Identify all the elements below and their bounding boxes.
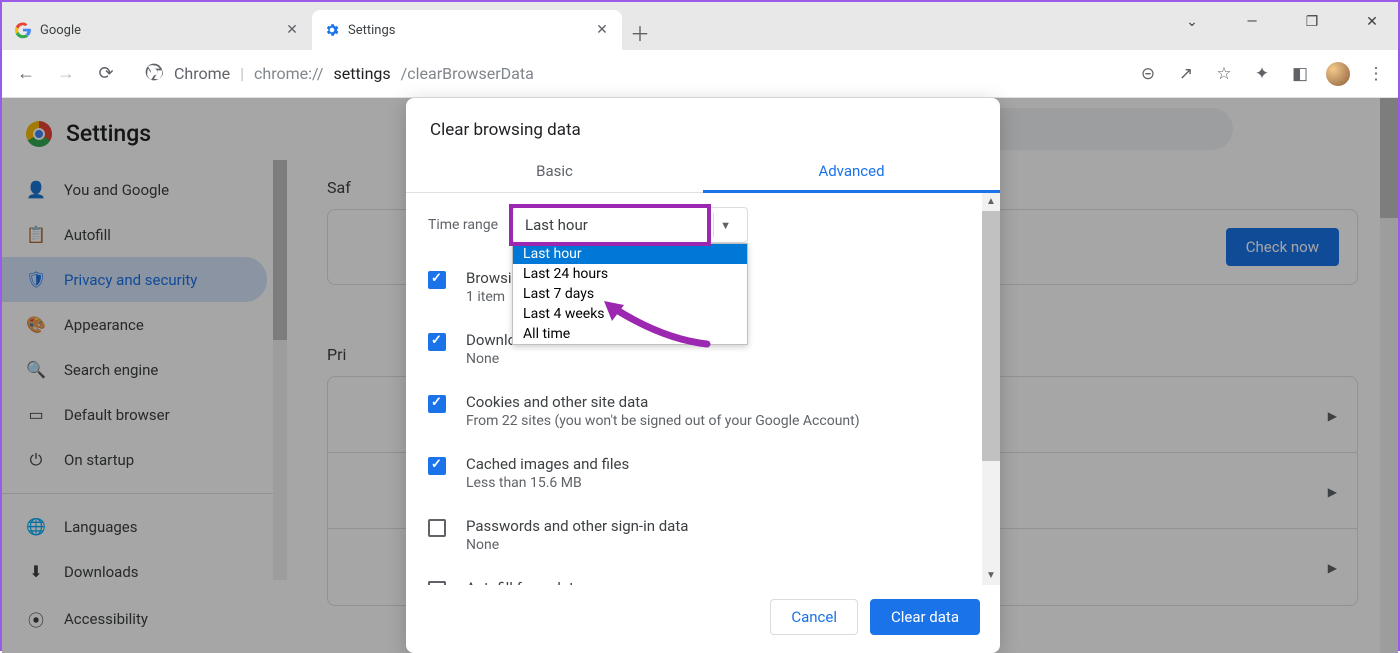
item-title: Downlo (466, 331, 516, 349)
new-tab-button[interactable]: ＋ (622, 14, 658, 50)
dialog-scrollbar[interactable]: ▲ ▼ (982, 193, 1000, 585)
toolbar-icons: ⊝ ↗ ☆ ✦ ◧ ⋮ (1136, 62, 1388, 86)
chevron-down-icon[interactable]: ⌄ (1172, 14, 1212, 30)
dropdown-option-last-hour[interactable]: Last hour (513, 244, 747, 264)
clear-item-cached-images: Cached images and files Less than 15.6 M… (422, 447, 984, 509)
dialog-footer: Cancel Clear data (406, 585, 1000, 653)
scroll-down-arrow-icon[interactable]: ▼ (982, 567, 1000, 585)
item-title: Autofill form data (466, 579, 582, 585)
addressbar[interactable]: Chrome | chrome://settings/clearBrowserD… (132, 57, 1124, 91)
select-value: Last hour (525, 216, 588, 234)
checkbox[interactable] (428, 457, 446, 475)
bookmark-star-icon[interactable]: ☆ (1212, 62, 1236, 86)
extensions-icon[interactable]: ✦ (1250, 62, 1274, 86)
dialog-body: Time range Last hour ▼ Last hour Last 24… (406, 193, 1000, 585)
scrollbar-thumb[interactable] (982, 211, 1000, 461)
clear-browsing-data-dialog: Clear browsing data Basic Advanced Time … (406, 98, 1000, 653)
zoom-icon[interactable]: ⊝ (1136, 62, 1160, 86)
chevron-down-icon[interactable]: ▼ (713, 213, 737, 237)
back-icon[interactable]: ← (12, 60, 40, 88)
sidepanel-icon[interactable]: ◧ (1288, 62, 1312, 86)
checkbox[interactable] (428, 271, 446, 289)
google-g-icon (14, 21, 32, 39)
item-subtitle: 1 item (466, 289, 512, 305)
dropdown-option-last-4-weeks[interactable]: Last 4 weeks (513, 304, 747, 324)
chrome-logo-icon (144, 62, 164, 86)
tab-title: Google (40, 23, 81, 38)
dialog-title: Clear browsing data (406, 98, 1000, 150)
tab-advanced[interactable]: Advanced (703, 150, 1000, 192)
dropdown-option-all-time[interactable]: All time (513, 324, 747, 344)
dialog-tabs: Basic Advanced (406, 150, 1000, 193)
checkbox[interactable] (428, 519, 446, 537)
menu-dots-icon[interactable]: ⋮ (1364, 62, 1388, 86)
item-subtitle: None (466, 537, 688, 553)
item-subtitle: From 22 sites (you won't be signed out o… (466, 413, 860, 429)
chrome-label: Chrome (174, 64, 230, 83)
tab-title: Settings (348, 23, 395, 38)
url-prefix: chrome:// (254, 64, 323, 83)
dropdown-option-last-24-hours[interactable]: Last 24 hours (513, 264, 747, 284)
forward-icon[interactable]: → (52, 60, 80, 88)
profile-avatar[interactable] (1326, 62, 1350, 86)
time-range-label: Time range (428, 217, 498, 233)
gear-icon (324, 22, 340, 38)
maximize-icon[interactable]: ❐ (1292, 14, 1332, 30)
time-range-dropdown: Last hour Last 24 hours Last 7 days Last… (512, 243, 748, 345)
item-title: Passwords and other sign-in data (466, 517, 688, 535)
tab-basic[interactable]: Basic (406, 150, 703, 192)
window-controls: ⌄ ― ❐ ✕ (1172, 2, 1392, 42)
browser-titlebar: Google ✕ Settings ✕ ＋ ⌄ ― ❐ ✕ (2, 2, 1398, 50)
url-suffix: /clearBrowserData (401, 64, 534, 83)
share-icon[interactable]: ↗ (1174, 62, 1198, 86)
close-window-icon[interactable]: ✕ (1352, 14, 1392, 30)
item-subtitle: None (466, 351, 516, 367)
close-icon[interactable]: ✕ (594, 22, 610, 38)
minimize-icon[interactable]: ― (1232, 14, 1272, 30)
item-subtitle: Less than 15.6 MB (466, 475, 629, 491)
close-icon[interactable]: ✕ (284, 22, 300, 38)
clear-item-autofill: Autofill form data (422, 571, 984, 585)
time-range-row: Time range Last hour ▼ Last hour Last 24… (422, 207, 984, 243)
checkbox[interactable] (428, 395, 446, 413)
content-area: Settings 👤You and Google 📋Autofill 🛡Priv… (2, 98, 1398, 653)
time-range-select-wrap: Last hour ▼ Last hour Last 24 hours Last… (512, 207, 748, 243)
item-title: Cookies and other site data (466, 393, 860, 411)
reload-icon[interactable]: ⟳ (92, 60, 120, 88)
checkbox[interactable] (428, 333, 446, 351)
url-bold: settings (333, 64, 390, 83)
tab-google[interactable]: Google ✕ (2, 10, 312, 50)
clear-data-button[interactable]: Clear data (870, 599, 980, 635)
scroll-up-arrow-icon[interactable]: ▲ (982, 193, 1000, 211)
checkbox[interactable] (428, 581, 446, 585)
item-title: Browsi (466, 269, 512, 287)
dropdown-option-last-7-days[interactable]: Last 7 days (513, 284, 747, 304)
item-title: Cached images and files (466, 455, 629, 473)
cancel-button[interactable]: Cancel (770, 599, 858, 635)
clear-item-cookies: Cookies and other site data From 22 site… (422, 385, 984, 447)
tab-settings[interactable]: Settings ✕ (312, 10, 622, 50)
time-range-select[interactable]: Last hour ▼ (512, 207, 748, 243)
addressbar-row: ← → ⟳ Chrome | chrome://settings/clearBr… (2, 50, 1398, 98)
clear-item-passwords: Passwords and other sign-in data None (422, 509, 984, 571)
